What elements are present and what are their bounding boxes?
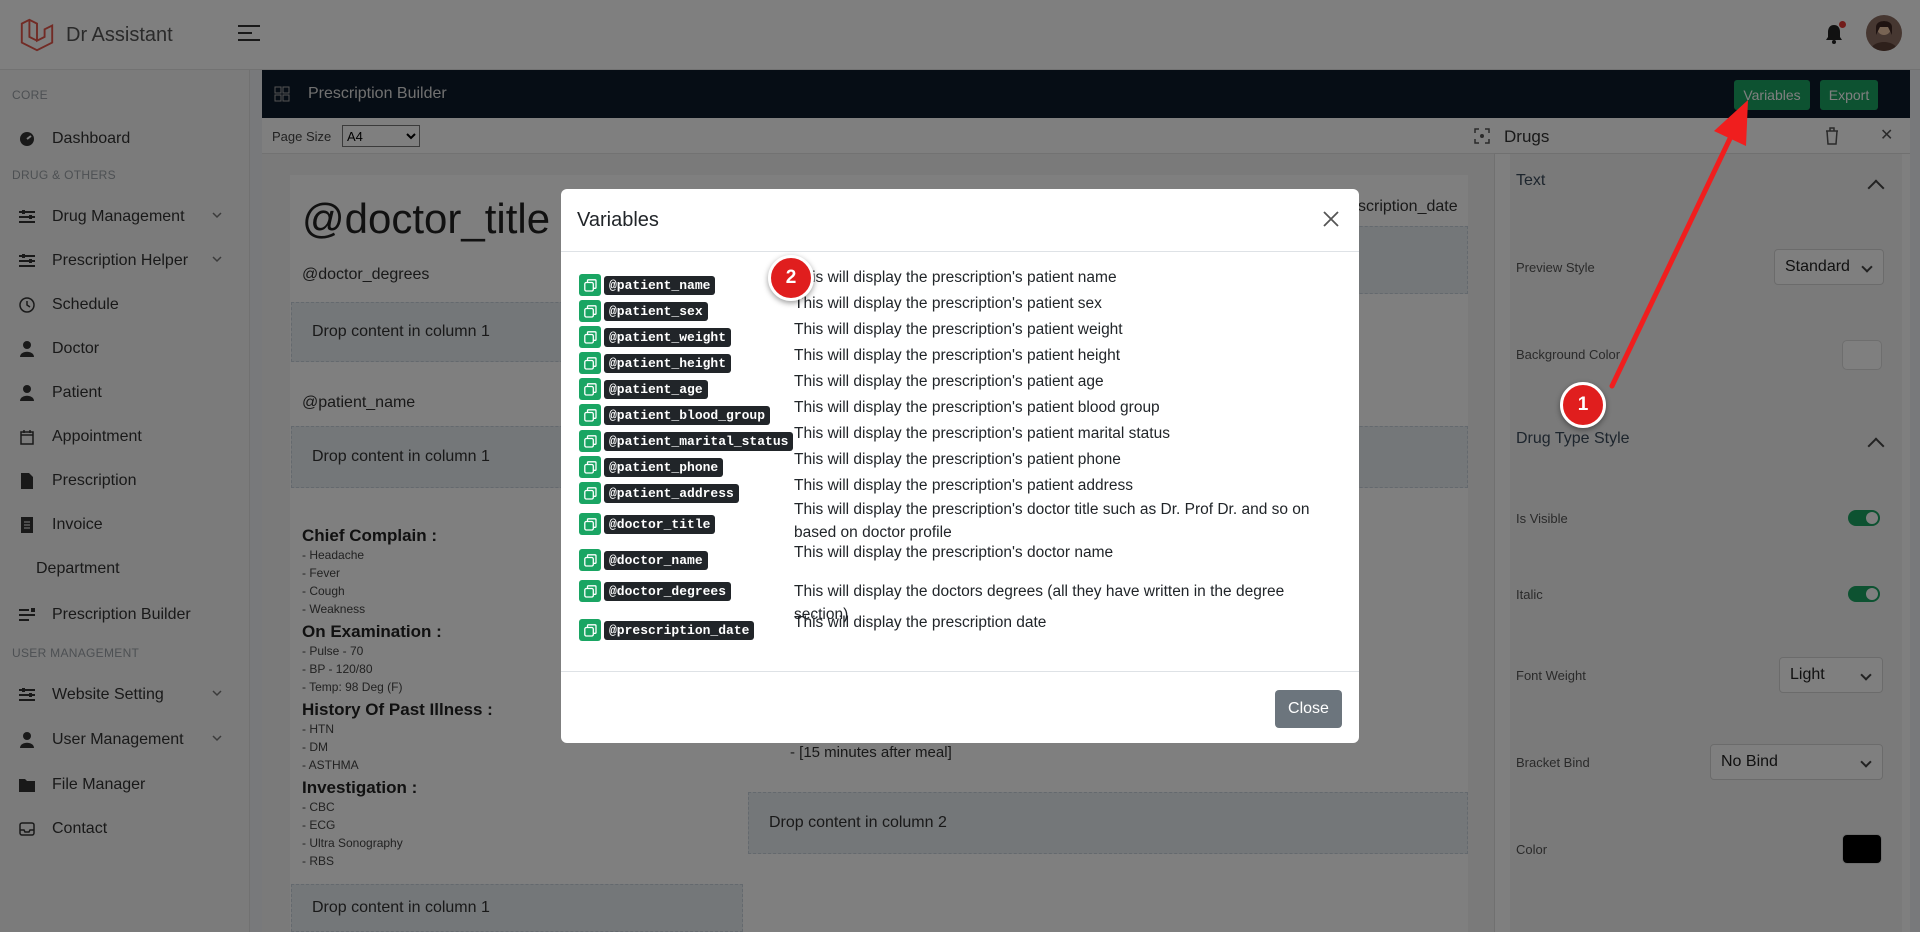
copy-icon[interactable] (579, 300, 601, 322)
variable-description: This will display the prescription's pat… (794, 373, 1104, 390)
variable-tag[interactable]: @patient_name (604, 275, 716, 295)
variable-description: This will display the prescription's pat… (794, 477, 1133, 494)
variable-tag[interactable]: @patient_address (604, 483, 739, 503)
copy-icon[interactable] (579, 456, 601, 478)
variable-description: This will display the prescription's doc… (794, 501, 1310, 541)
close-button[interactable]: Close (1275, 690, 1342, 728)
copy-icon[interactable] (579, 378, 601, 400)
copy-icon[interactable] (579, 482, 601, 504)
modal-title: Variables (577, 209, 659, 231)
variable-tag[interactable]: @doctor_title (604, 514, 716, 534)
variable-description: This will display the prescription's pat… (794, 295, 1102, 312)
copy-icon[interactable] (579, 352, 601, 374)
variable-tag[interactable]: @patient_age (604, 379, 708, 399)
copy-icon[interactable] (579, 580, 601, 602)
copy-icon[interactable] (579, 549, 601, 571)
variable-tag[interactable]: @doctor_name (604, 550, 708, 570)
variable-tag[interactable]: @patient_weight (604, 327, 732, 347)
variable-description: This will display the prescription's pat… (794, 321, 1123, 338)
copy-icon[interactable] (579, 619, 601, 641)
variable-tag[interactable]: @patient_phone (604, 457, 724, 477)
copy-icon[interactable] (579, 404, 601, 426)
variable-description: This will display the prescription's pat… (794, 451, 1121, 468)
variable-tag[interactable]: @patient_marital_status (604, 431, 794, 451)
variable-description: This will display the prescription date (794, 614, 1047, 631)
copy-icon[interactable] (579, 513, 601, 535)
copy-icon[interactable] (579, 430, 601, 452)
copy-icon[interactable] (579, 274, 601, 296)
variable-description: This will display the prescription's pat… (794, 399, 1160, 416)
variable-description: This will display the prescription's pat… (794, 425, 1170, 442)
variable-tag[interactable]: @patient_blood_group (604, 405, 771, 425)
copy-icon[interactable] (579, 326, 601, 348)
variables-modal: Variables @patient_name This will display… (561, 189, 1359, 743)
variable-description: This will display the prescription's pat… (794, 347, 1121, 364)
variable-tag[interactable]: @patient_height (604, 353, 732, 373)
modal-divider (561, 251, 1359, 252)
annotation-badge-1: 1 (1560, 382, 1606, 428)
variable-tag[interactable]: @prescription_date (604, 620, 755, 640)
annotation-badge-2: 2 (768, 255, 814, 301)
variable-description: This will display the prescription's pat… (794, 269, 1117, 286)
variable-description: This will display the prescription's doc… (794, 544, 1114, 561)
close-icon[interactable] (1321, 209, 1341, 229)
variable-tag[interactable]: @patient_sex (604, 301, 708, 321)
modal-divider (561, 671, 1359, 672)
variable-tag[interactable]: @doctor_degrees (604, 581, 732, 601)
